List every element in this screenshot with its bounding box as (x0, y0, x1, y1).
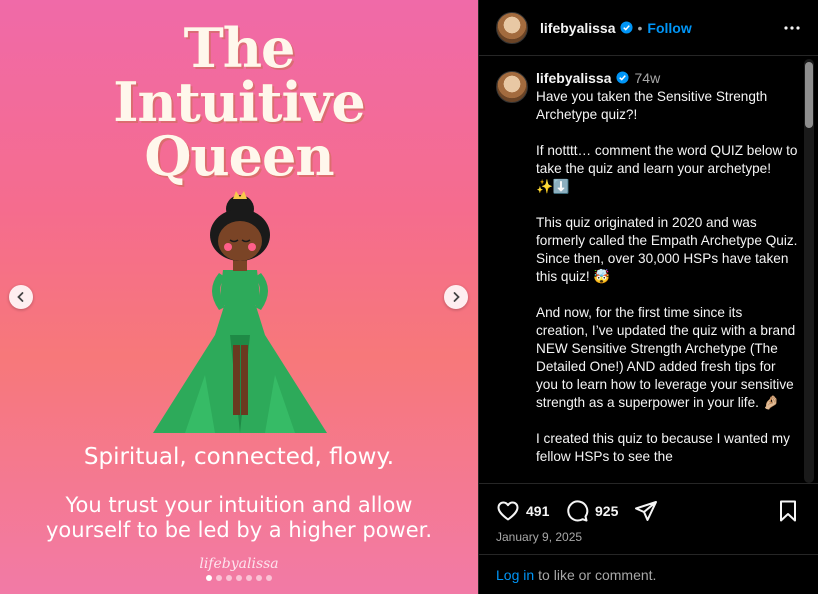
caption-time[interactable]: 74w (635, 70, 661, 86)
caption-scrollbar[interactable] (804, 59, 814, 483)
scrollbar-thumb[interactable] (805, 62, 813, 128)
share-button[interactable] (634, 499, 658, 523)
queen-illustration (153, 191, 327, 433)
caption-header: lifebyalissa 74w (536, 70, 660, 86)
like-button[interactable]: 491 (496, 499, 549, 523)
verified-badge-icon (619, 21, 633, 34)
caption-username[interactable]: lifebyalissa (536, 70, 612, 86)
image-title-line-3: Queen (144, 124, 334, 188)
more-options-icon[interactable] (783, 19, 801, 37)
caption-avatar[interactable] (496, 71, 528, 103)
carousel-dot (246, 575, 252, 581)
previous-slide-button[interactable] (9, 285, 33, 309)
post-header: lifebyalissa • Follow (479, 0, 818, 56)
login-link[interactable]: Log in (496, 567, 534, 583)
caption-text: Have you taken the Sensitive Strength Ar… (536, 89, 798, 464)
post-date[interactable]: January 9, 2025 (496, 530, 582, 544)
next-slide-button[interactable] (444, 285, 468, 309)
carousel-dot (266, 575, 272, 581)
avatar[interactable] (496, 11, 528, 44)
carousel-dot (206, 575, 212, 581)
login-prompt-text: to like or comment. (538, 566, 657, 583)
like-count: 491 (526, 503, 550, 519)
comment-button[interactable]: 925 (565, 499, 618, 523)
carousel-dot (256, 575, 262, 581)
image-title-line-1: The (183, 16, 296, 80)
image-body-line-2: yourself to be led by a higher power. (45, 518, 433, 542)
heart-icon (497, 501, 519, 521)
post-sidebar: lifebyalissa • Follow lifebyalissa 74w Ha… (478, 0, 818, 594)
carousel-indicator (0, 575, 478, 581)
send-icon (635, 501, 657, 521)
verified-badge-icon (615, 71, 629, 84)
save-button[interactable] (777, 499, 799, 523)
follow-button[interactable]: Follow (647, 20, 691, 36)
carousel-dot (226, 575, 232, 581)
chevron-right-icon (453, 292, 460, 302)
post-actions: 491 925 January 9, 2025 (479, 483, 818, 553)
comment-count: 925 (595, 503, 619, 519)
bookmark-icon (780, 500, 796, 522)
post-image[interactable]: The Intuitive Queen Spiritual, connected… (0, 0, 478, 594)
header-username[interactable]: lifebyalissa (540, 20, 616, 36)
carousel-dot (236, 575, 242, 581)
image-watermark: lifebyalissa (199, 556, 279, 572)
image-subtitle: Spiritual, connected, flowy. (83, 444, 395, 470)
caption-area[interactable]: lifebyalissa 74w Have you taken the Sensi… (479, 57, 818, 482)
comment-icon (567, 500, 589, 522)
header-separator: • (637, 19, 643, 36)
carousel-dot (216, 575, 222, 581)
image-body-line-1: You trust your intuition and allow (65, 493, 413, 517)
image-body: You trust your intuition and allow yours… (0, 493, 478, 543)
image-title-line-2: Intuitive (113, 70, 365, 134)
chevron-left-icon (17, 292, 24, 302)
login-footer: Log in to like or comment. (479, 554, 818, 594)
